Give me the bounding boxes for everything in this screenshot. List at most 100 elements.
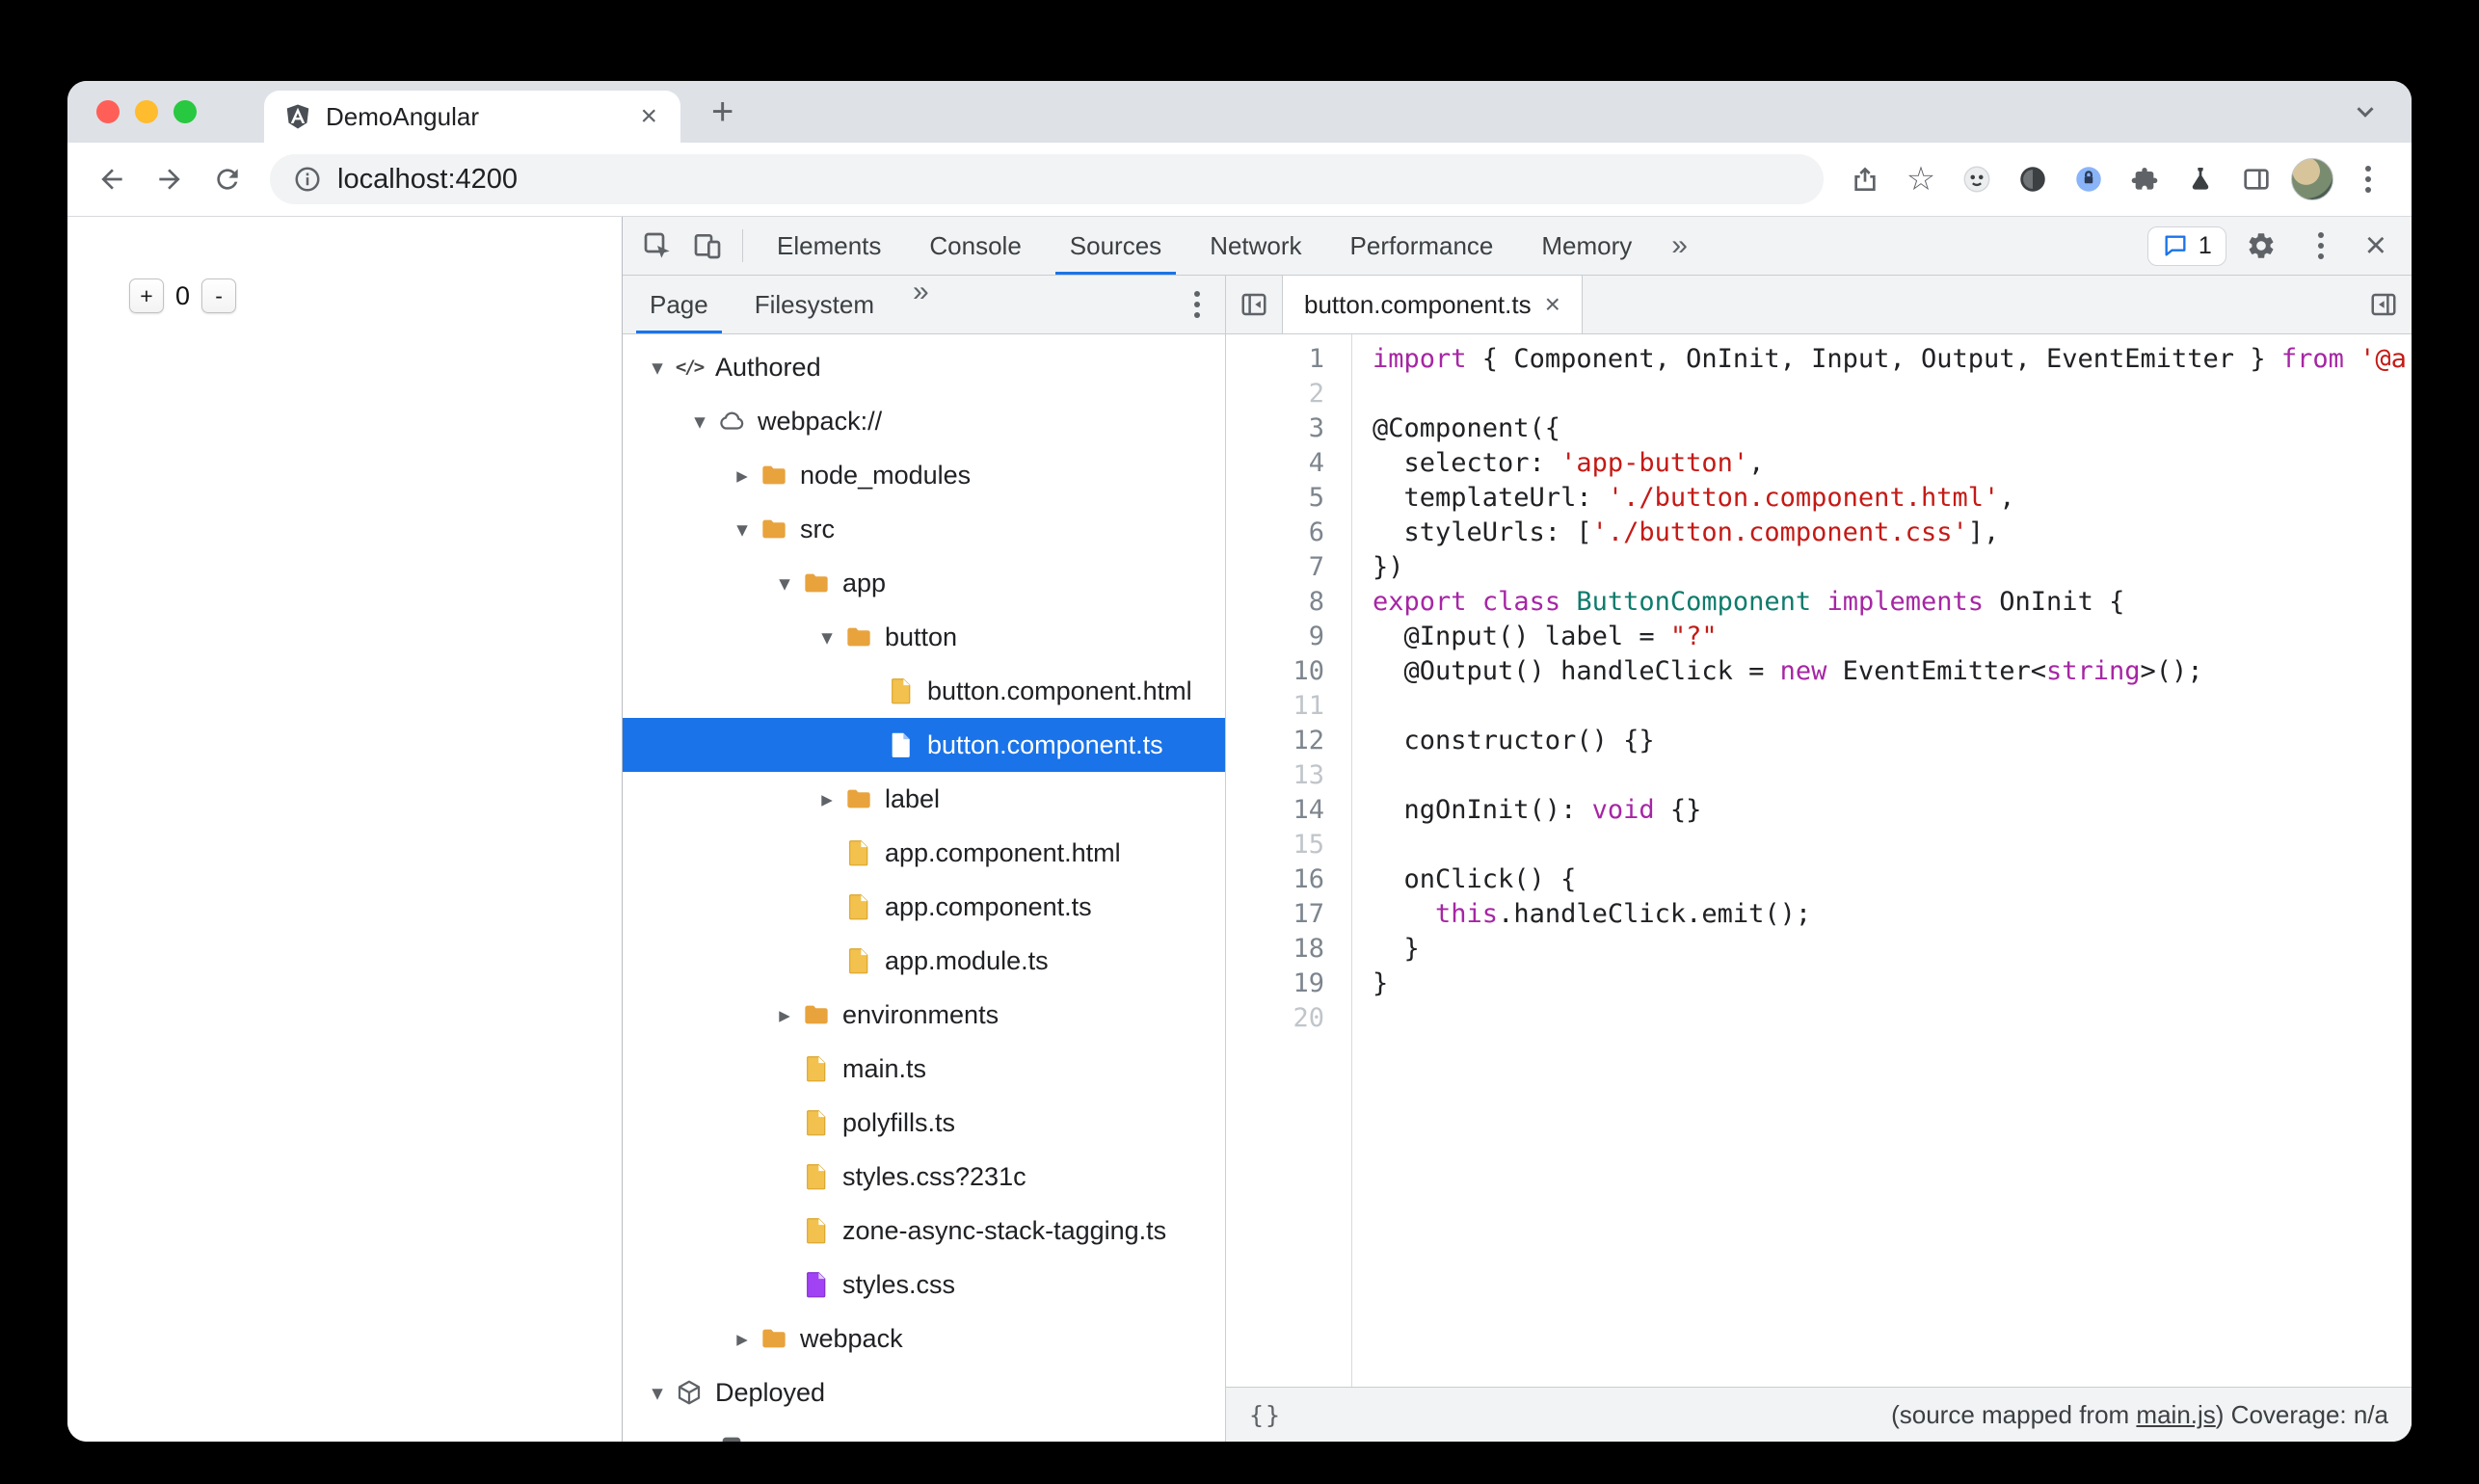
address-bar[interactable]: localhost:4200	[270, 154, 1824, 204]
tree-item-webpack[interactable]: ▸ webpack	[623, 1312, 1225, 1365]
tree-item-button.component.ts[interactable]: button.component.ts	[623, 718, 1225, 772]
disclosure-open-icon[interactable]: ▾	[810, 624, 844, 650]
tree-item-environments[interactable]: ▸ environments	[623, 988, 1225, 1042]
gutter-line-number[interactable]: 9	[1226, 620, 1351, 654]
gutter-line-number[interactable]: 1	[1226, 342, 1351, 377]
devtools-tab-memory[interactable]: Memory	[1517, 217, 1656, 275]
gutter-line-number[interactable]: 2	[1226, 377, 1351, 411]
disclosure-open-icon[interactable]: ▾	[682, 409, 717, 435]
gutter-line-number[interactable]: 6	[1226, 516, 1351, 550]
disclosure-closed-icon[interactable]: ▸	[725, 463, 760, 489]
devtools-tab-performance[interactable]: Performance	[1326, 217, 1518, 275]
hide-navigator-icon[interactable]	[1226, 276, 1282, 333]
device-toolbar-icon[interactable]	[682, 221, 733, 271]
gutter-line-number[interactable]: 17	[1226, 897, 1351, 932]
increment-button[interactable]: +	[129, 278, 164, 313]
tree-item-partial[interactable]	[623, 1419, 1225, 1442]
disclosure-open-icon[interactable]: ▾	[640, 1380, 675, 1406]
gutter-line-number[interactable]: 15	[1226, 828, 1351, 862]
settings-gear-icon[interactable]	[2236, 221, 2286, 271]
navigator-kebab-icon[interactable]	[1173, 276, 1221, 333]
flask-extension-icon[interactable]	[2174, 153, 2226, 205]
tree-item-app[interactable]: ▾ app	[623, 556, 1225, 610]
inspect-element-icon[interactable]	[632, 221, 682, 271]
tree-item-node-modules[interactable]: ▸ node_modules	[623, 448, 1225, 502]
site-info-icon[interactable]	[293, 165, 322, 194]
disclosure-open-icon[interactable]: ▾	[725, 517, 760, 543]
reload-button[interactable]	[200, 152, 254, 206]
disclosure-closed-icon[interactable]: ▸	[810, 786, 844, 812]
profile-avatar[interactable]	[2286, 153, 2338, 205]
tree-item-button.component.html[interactable]: button.component.html	[623, 664, 1225, 718]
gutter-line-number[interactable]: 14	[1226, 793, 1351, 828]
devtools-tab-elements[interactable]: Elements	[753, 217, 905, 275]
disclosure-open-icon[interactable]: ▾	[767, 570, 802, 596]
gutter-line-number[interactable]: 10	[1226, 654, 1351, 689]
tree-item-app.component.ts[interactable]: app.component.ts	[623, 880, 1225, 934]
editor-tab-close-icon[interactable]: ×	[1545, 291, 1560, 318]
disclosure-open-icon[interactable]: ▾	[640, 355, 675, 381]
gutter-line-number[interactable]: 11	[1226, 689, 1351, 724]
gutter-line-number[interactable]: 8	[1226, 585, 1351, 620]
extension-dark-circle-icon[interactable]	[2007, 153, 2059, 205]
gutter-line-number[interactable]: 19	[1226, 967, 1351, 1001]
navigator-tab-page[interactable]: Page	[626, 276, 732, 333]
browser-menu-kebab-icon[interactable]	[2342, 153, 2394, 205]
tree-item-main.ts[interactable]: main.ts	[623, 1042, 1225, 1096]
browser-tab[interactable]: DemoAngular ×	[264, 91, 680, 143]
gutter-line-number[interactable]: 4	[1226, 446, 1351, 481]
editor-file-tab[interactable]: button.component.ts ×	[1282, 276, 1583, 333]
back-button[interactable]	[85, 152, 139, 206]
share-icon[interactable]	[1839, 153, 1891, 205]
devtools-tab-network[interactable]: Network	[1186, 217, 1325, 275]
decrement-button[interactable]: -	[201, 278, 237, 313]
gutter-line-number[interactable]: 3	[1226, 411, 1351, 446]
devtools-menu-kebab-icon[interactable]	[2296, 221, 2346, 271]
pretty-print-button[interactable]: {}	[1249, 1401, 1282, 1429]
tree-item-app.module.ts[interactable]: app.module.ts	[623, 934, 1225, 988]
tree-item-styles.css-231c[interactable]: styles.css?231c	[623, 1150, 1225, 1204]
new-tab-button[interactable]: +	[702, 93, 743, 131]
more-panels-icon[interactable]: »	[1656, 229, 1703, 262]
tree-item-authored[interactable]: ▾ </> Authored	[623, 340, 1225, 394]
gutter-line-number[interactable]: 16	[1226, 862, 1351, 897]
console-messages-pill[interactable]: 1	[2146, 225, 2226, 266]
tree-item-button[interactable]: ▾ button	[623, 610, 1225, 664]
disclosure-closed-icon[interactable]: ▸	[725, 1326, 760, 1352]
minimize-window-button[interactable]	[135, 100, 158, 123]
tree-item-label[interactable]: ▸ label	[623, 772, 1225, 826]
devtools-close-icon[interactable]: ×	[2356, 227, 2396, 264]
show-debugger-sidebar-icon[interactable]	[2356, 276, 2412, 333]
file-tree[interactable]: ▾ </> Authored ▾ webpack://▸ node_modules ▾ src…	[623, 334, 1225, 1442]
source-map-link[interactable]: main.js	[2136, 1400, 2215, 1429]
side-panel-icon[interactable]	[2230, 153, 2282, 205]
more-navigator-tabs-icon[interactable]: »	[897, 276, 945, 333]
tab-search-chevron-icon[interactable]	[2344, 91, 2386, 133]
gutter-line-number[interactable]: 12	[1226, 724, 1351, 758]
code-area[interactable]: 1 import { Component, OnInit, Input, Outp…	[1226, 334, 2412, 1387]
gutter-line-number[interactable]: 5	[1226, 481, 1351, 516]
tree-item-styles.css[interactable]: styles.css	[623, 1258, 1225, 1312]
tree-item-zone-async-stack-tagging.ts[interactable]: zone-async-stack-tagging.ts	[623, 1204, 1225, 1258]
devtools-tab-console[interactable]: Console	[905, 217, 1045, 275]
tree-item-app.component.html[interactable]: app.component.html	[623, 826, 1225, 880]
gutter-line-number[interactable]: 13	[1226, 758, 1351, 793]
bookmark-star-icon[interactable]: ☆	[1895, 153, 1947, 205]
disclosure-closed-icon[interactable]: ▸	[767, 1002, 802, 1028]
tree-item-src[interactable]: ▾ src	[623, 502, 1225, 556]
gutter-line-number[interactable]: 7	[1226, 550, 1351, 585]
navigator-tab-filesystem[interactable]: Filesystem	[732, 276, 897, 333]
tab-close-icon[interactable]: ×	[636, 102, 661, 131]
close-window-button[interactable]	[96, 100, 120, 123]
gutter-line-number[interactable]: 18	[1226, 932, 1351, 967]
tree-item-deployed[interactable]: ▾ Deployed	[623, 1365, 1225, 1419]
extensions-puzzle-icon[interactable]	[2119, 153, 2171, 205]
tree-item-polyfills.ts[interactable]: polyfills.ts	[623, 1096, 1225, 1150]
extension-mask-icon[interactable]	[1951, 153, 2003, 205]
tree-item-webpack-[interactable]: ▾ webpack://	[623, 394, 1225, 448]
forward-button[interactable]	[143, 152, 197, 206]
extension-lock-icon[interactable]	[2063, 153, 2115, 205]
devtools-tab-sources[interactable]: Sources	[1046, 217, 1186, 275]
maximize-window-button[interactable]	[173, 100, 197, 123]
gutter-line-number[interactable]: 20	[1226, 1001, 1351, 1036]
